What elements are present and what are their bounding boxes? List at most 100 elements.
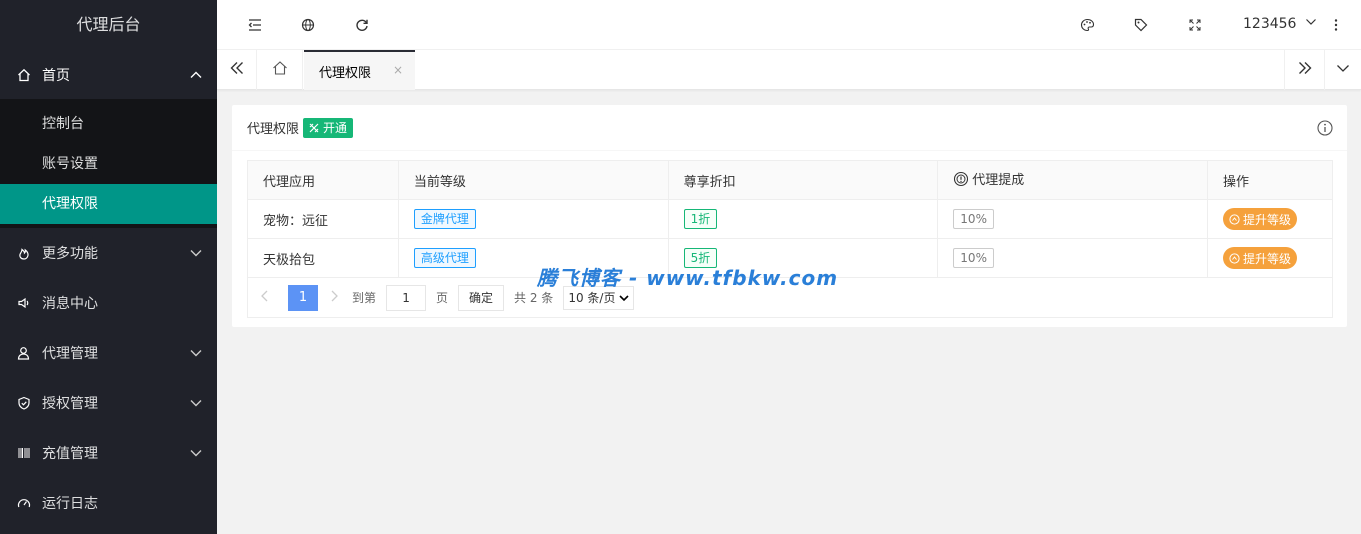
shield-icon [16, 395, 32, 411]
alert-circle-icon [953, 171, 969, 191]
chevron-down-icon [189, 396, 203, 410]
column-header: 代理应用 [247, 160, 399, 200]
table-header-row: 代理应用 当前等级 尊享折扣 代理提成 操作 [247, 160, 1333, 200]
chevron-down-icon [619, 293, 630, 303]
column-header-commission: 代理提成 [937, 160, 1209, 200]
goto-confirm-button[interactable]: 确定 [458, 284, 505, 311]
more-vertical-icon[interactable] [1328, 17, 1344, 33]
sidebar-submenu: 控制台 账号设置 代理权限 [0, 99, 217, 228]
sidebar-item-label: 代理管理 [42, 346, 98, 362]
upgrade-icon [1229, 213, 1240, 225]
sidebar-item-label: 更多功能 [42, 246, 98, 262]
commission-badge: 10% [953, 248, 994, 268]
sidebar-item-account-settings[interactable]: 账号设置 [0, 144, 217, 184]
tabs-scroll-left-button[interactable] [217, 50, 257, 90]
column-header: 尊享折扣 [667, 160, 939, 200]
level-badge: 高级代理 [413, 248, 476, 268]
home-icon [272, 60, 288, 80]
prev-page-icon[interactable] [260, 290, 276, 306]
level-cell: 金牌代理 [397, 199, 669, 239]
sidebar-item-more[interactable]: 更多功能 [0, 228, 217, 278]
refresh-icon[interactable] [354, 17, 370, 33]
tabs-scroll-right-button[interactable] [1284, 50, 1324, 90]
sidebar-item-home[interactable]: 首页 [0, 50, 217, 99]
app-name: 天极拾包 [247, 238, 399, 278]
table-row: 宠物：远征 金牌代理 1折 10% 提升等级 [247, 199, 1333, 239]
top-header: 123456 [217, 0, 1361, 50]
tabs-dropdown-button[interactable] [1324, 50, 1361, 90]
double-chevron-right-icon [1297, 61, 1313, 79]
discount-cell: 1折 [667, 199, 939, 239]
barcode-icon [16, 445, 32, 461]
fullscreen-icon[interactable] [1187, 17, 1203, 33]
total-count: 共 2 条 [514, 291, 554, 305]
page-unit-label: 页 [436, 291, 449, 305]
sidebar-item-agent-management[interactable]: 代理管理 [0, 328, 217, 378]
link-icon [309, 123, 319, 133]
current-page[interactable]: 1 [288, 284, 318, 311]
tabs-bar: 代理权限 × [217, 50, 1361, 90]
sidebar-item-console[interactable]: 控制台 [0, 104, 217, 144]
open-button[interactable]: 开通 [303, 117, 354, 138]
globe-icon[interactable] [300, 17, 316, 33]
sidebar-item-messages[interactable]: 消息中心 [0, 278, 217, 328]
sidebar-item-recharge-management[interactable]: 充值管理 [0, 428, 217, 478]
upgrade-label: 提升等级 [1243, 251, 1292, 266]
sidebar-item-run-log[interactable]: 运行日志 [0, 478, 217, 528]
tab-label: 代理权限 [319, 65, 372, 81]
user-icon [16, 345, 32, 361]
gauge-icon [16, 495, 32, 511]
discount-badge: 1折 [683, 209, 718, 229]
logo-text: 代理后台 [76, 15, 141, 34]
user-menu[interactable]: 123456 [1243, 16, 1317, 32]
permission-table: 代理应用 当前等级 尊享折扣 代理提成 操作 宠物：远征 金牌代理 1折 10% [247, 160, 1333, 278]
open-button-label: 开通 [323, 120, 348, 135]
chevron-up-icon [189, 68, 203, 82]
double-chevron-left-icon [229, 61, 245, 79]
next-page-icon[interactable] [330, 290, 346, 306]
chevron-down-icon [1336, 61, 1350, 79]
commission-badge: 10% [953, 209, 994, 229]
chevron-down-icon [189, 446, 203, 460]
chevron-down-icon [1305, 16, 1317, 32]
sidebar-item-label: 运行日志 [42, 496, 98, 512]
upgrade-level-button[interactable]: 提升等级 [1223, 208, 1298, 230]
upgrade-icon [1229, 252, 1240, 264]
action-cell: 提升等级 [1207, 199, 1333, 239]
column-header-label: 代理提成 [972, 173, 1025, 188]
home-icon [16, 67, 32, 83]
close-icon[interactable]: × [393, 63, 403, 77]
upgrade-level-button[interactable]: 提升等级 [1223, 247, 1298, 269]
agent-permission-card: 代理权限 开通 代理应用 当前等级 尊享折扣 代理提成 操作 宠物：远征 金牌代… [232, 105, 1347, 327]
username: 123456 [1243, 16, 1297, 32]
menu-fold-icon[interactable] [247, 17, 263, 33]
sidebar-item-label: 充值管理 [42, 446, 98, 462]
card-header: 代理权限 开通 [232, 105, 1347, 151]
speaker-icon [16, 295, 32, 311]
sidebar-item-agent-permission[interactable]: 代理权限 [0, 184, 217, 224]
card-title: 代理权限 [247, 122, 300, 137]
palette-icon[interactable] [1079, 17, 1095, 33]
sidebar-item-label: 首页 [42, 67, 70, 84]
fire-icon [16, 245, 32, 261]
upgrade-label: 提升等级 [1243, 212, 1292, 227]
sidebar-item-label: 授权管理 [42, 396, 98, 412]
chevron-down-icon [189, 246, 203, 260]
sidebar: 代理后台 首页 控制台 账号设置 代理权限 更多功能 消息中心 代理管理 授权管… [0, 0, 217, 534]
watermark-text: 腾飞博客 - www.tfbkw.com [537, 266, 839, 290]
app-name: 宠物：远征 [247, 199, 399, 239]
column-header: 操作 [1207, 160, 1333, 200]
chevron-down-icon [189, 346, 203, 360]
goto-label: 到第 [352, 291, 377, 305]
tab-agent-permission[interactable]: 代理权限 × [304, 50, 415, 90]
info-icon[interactable] [1317, 120, 1333, 136]
sidebar-item-auth-management[interactable]: 授权管理 [0, 378, 217, 428]
tag-icon[interactable] [1133, 17, 1149, 33]
level-badge: 金牌代理 [413, 209, 476, 229]
goto-page-input[interactable]: 1 [386, 284, 427, 311]
commission-cell: 10% [937, 238, 1209, 278]
tab-home[interactable] [257, 50, 303, 90]
sidebar-item-label: 消息中心 [42, 296, 98, 312]
action-cell: 提升等级 [1207, 238, 1333, 278]
commission-cell: 10% [937, 199, 1209, 239]
